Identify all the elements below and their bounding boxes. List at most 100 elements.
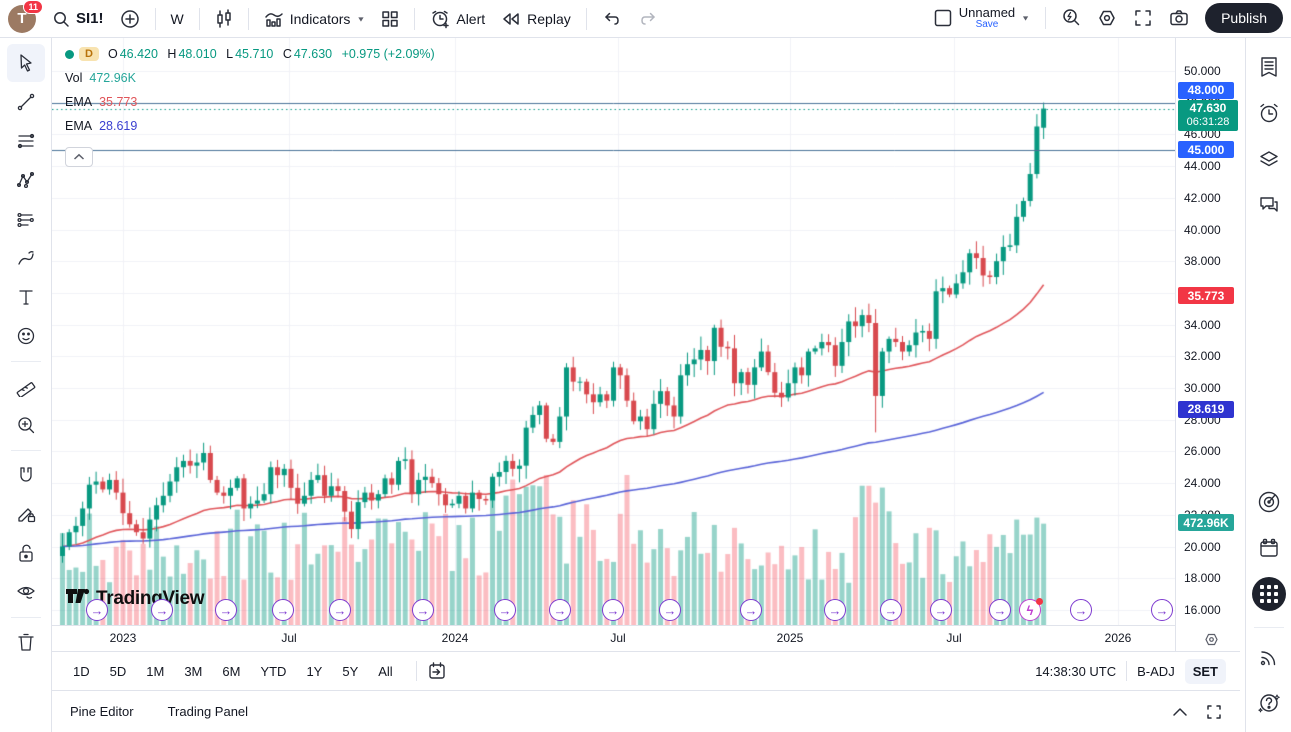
calendar-button[interactable] xyxy=(1252,531,1286,565)
delayed-data-badge[interactable]: D xyxy=(79,47,99,61)
magnet-mode-button[interactable] xyxy=(7,456,45,494)
price-axis[interactable]: 50.00048.00046.00044.00042.00040.00038.0… xyxy=(1175,38,1240,651)
text-icon xyxy=(15,286,37,308)
indicators-button[interactable]: Indicators ▼ xyxy=(256,6,374,32)
high-value: 48.010 xyxy=(178,47,216,61)
chart-settings-button[interactable] xyxy=(1089,4,1125,32)
trading-panel-tab[interactable]: Trading Panel xyxy=(168,704,248,719)
date-range-5y[interactable]: 5Y xyxy=(335,659,365,684)
price-line-badge[interactable]: 35.773 xyxy=(1178,287,1234,304)
date-range-1d[interactable]: 1D xyxy=(66,659,97,684)
remove-drawings-button[interactable] xyxy=(7,623,45,661)
contract-rollover-marker[interactable]: → xyxy=(989,599,1011,621)
price-line-badge[interactable]: 48.000 xyxy=(1178,82,1234,99)
legend-volume-row[interactable]: Vol 472.96K xyxy=(65,66,437,90)
contract-rollover-marker[interactable]: → xyxy=(412,599,434,621)
notification-badge: 11 xyxy=(23,0,43,14)
emoji-tool-button[interactable] xyxy=(7,317,45,355)
more-apps-button[interactable] xyxy=(1252,577,1286,611)
price-axis-settings-icon[interactable] xyxy=(1204,632,1219,652)
indicator-templates-button[interactable] xyxy=(373,6,407,32)
date-range-1m[interactable]: 1M xyxy=(139,659,171,684)
panel-maximize-button[interactable] xyxy=(1206,704,1222,720)
save-layout-link[interactable]: Save xyxy=(976,20,999,31)
contract-rollover-marker[interactable]: → xyxy=(272,599,294,621)
alerts-button[interactable] xyxy=(1252,96,1286,130)
object-tree-button[interactable] xyxy=(1252,142,1286,176)
fib-retracement-tool-button[interactable] xyxy=(7,122,45,160)
contract-rollover-marker[interactable]: → xyxy=(1151,599,1173,621)
redo-button[interactable] xyxy=(630,7,666,31)
contract-rollover-marker[interactable]: → xyxy=(1070,599,1092,621)
help-button[interactable] xyxy=(1252,686,1286,720)
date-range-1y[interactable]: 1Y xyxy=(299,659,329,684)
symbol-search-button[interactable]: SI1! xyxy=(44,6,112,32)
contract-rollover-marker[interactable]: → xyxy=(659,599,681,621)
contract-rollover-marker[interactable]: → xyxy=(151,599,173,621)
watchlist-button[interactable] xyxy=(1252,50,1286,84)
date-range-ytd[interactable]: YTD xyxy=(253,659,293,684)
price-line-badge[interactable]: 45.000 xyxy=(1178,141,1234,158)
watchlist-icon xyxy=(1257,55,1281,79)
go-to-date-button[interactable] xyxy=(427,661,447,681)
fullscreen-button[interactable] xyxy=(1125,4,1161,32)
chart-legend: D O46.420 H48.010 L45.710 C47.630 +0.975… xyxy=(65,42,437,138)
clock-time[interactable]: 14:38:30 UTC xyxy=(1035,664,1116,679)
date-range-3m[interactable]: 3M xyxy=(177,659,209,684)
price-line-badge[interactable]: 28.619 xyxy=(1178,401,1234,418)
zoom-in-tool-button[interactable] xyxy=(7,406,45,444)
legend-ema1-row[interactable]: EMA 35.773 xyxy=(65,90,437,114)
indicators-icon xyxy=(264,10,284,28)
text-tool-button[interactable] xyxy=(7,278,45,316)
screenshot-button[interactable] xyxy=(1161,5,1197,31)
contract-rollover-marker[interactable]: → xyxy=(740,599,762,621)
adjustment-toggle[interactable]: B-ADJ xyxy=(1137,664,1175,679)
compare-add-button[interactable] xyxy=(112,5,148,33)
publish-button[interactable]: Publish xyxy=(1205,3,1283,33)
event-lightning-marker[interactable]: ϟ xyxy=(1019,599,1041,621)
layout-select-button[interactable]: Unnamed Save ▼ xyxy=(925,2,1038,34)
user-avatar[interactable]: T 11 xyxy=(8,5,36,33)
screener-button[interactable] xyxy=(1252,485,1286,519)
legend-main-row[interactable]: D O46.420 H48.010 L45.710 C47.630 +0.975… xyxy=(65,42,437,66)
legend-collapse-button[interactable] xyxy=(65,147,93,167)
current-price-badge[interactable]: 47.63006:31:28 xyxy=(1178,100,1238,132)
contract-rollover-marker[interactable]: → xyxy=(930,599,952,621)
contract-rollover-marker[interactable]: → xyxy=(329,599,351,621)
contract-rollover-marker[interactable]: → xyxy=(549,599,571,621)
contract-rollover-marker[interactable]: → xyxy=(824,599,846,621)
news-signal-button[interactable] xyxy=(1252,640,1286,674)
undo-button[interactable] xyxy=(594,7,630,31)
chat-button[interactable] xyxy=(1252,188,1286,222)
panel-collapse-button[interactable] xyxy=(1172,707,1188,717)
trend-line-tool-button[interactable] xyxy=(7,83,45,121)
measure-tool-button[interactable] xyxy=(7,367,45,405)
cursor-tool-button[interactable] xyxy=(7,44,45,82)
stay-in-drawing-mode-button[interactable] xyxy=(7,495,45,533)
contract-rollover-marker[interactable]: → xyxy=(602,599,624,621)
quick-search-button[interactable] xyxy=(1053,4,1089,32)
contract-rollover-marker[interactable]: → xyxy=(215,599,237,621)
publish-label: Publish xyxy=(1221,10,1267,26)
date-range-6m[interactable]: 6M xyxy=(215,659,247,684)
interval-button[interactable]: W xyxy=(163,7,192,31)
contract-rollover-marker[interactable]: → xyxy=(494,599,516,621)
brush-tool-button[interactable] xyxy=(7,239,45,277)
lock-drawings-button[interactable] xyxy=(7,534,45,572)
alert-button[interactable]: Alert xyxy=(422,5,493,33)
date-range-all[interactable]: All xyxy=(371,659,399,684)
pattern-tool-button[interactable] xyxy=(7,161,45,199)
price-tick: 50.000 xyxy=(1184,64,1221,78)
session-toggle[interactable]: SET xyxy=(1185,659,1226,684)
legend-ema2-row[interactable]: EMA 28.619 xyxy=(65,114,437,138)
price-line-badge[interactable]: 472.96K xyxy=(1178,514,1234,531)
contract-rollover-marker[interactable]: → xyxy=(86,599,108,621)
hide-drawings-button[interactable] xyxy=(7,573,45,611)
contract-rollover-marker[interactable]: → xyxy=(880,599,902,621)
date-range-5d[interactable]: 5D xyxy=(103,659,134,684)
forecast-tool-button[interactable] xyxy=(7,200,45,238)
time-axis[interactable]: 2023Jul2024Jul2025Jul2026 xyxy=(52,625,1175,651)
chart-style-button[interactable] xyxy=(207,5,241,33)
replay-button[interactable]: Replay xyxy=(493,7,579,31)
pine-editor-tab[interactable]: Pine Editor xyxy=(70,704,134,719)
